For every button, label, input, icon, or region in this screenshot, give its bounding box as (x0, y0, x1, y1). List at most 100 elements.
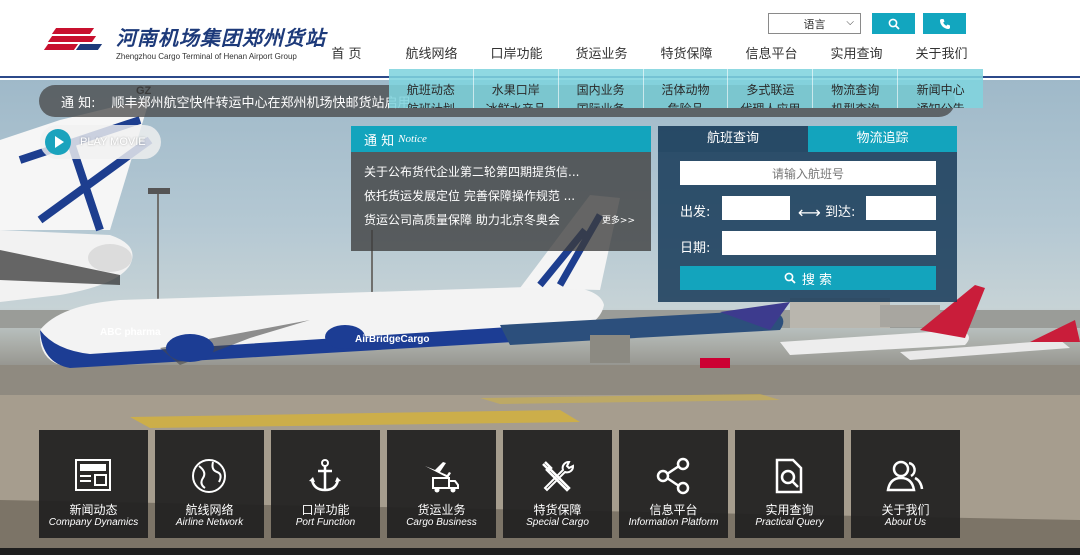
search-submit-button[interactable]: 搜 索 (680, 266, 936, 290)
logo-mark-icon (40, 22, 108, 54)
dropdown-item[interactable]: 冰鲜水产品 (474, 100, 558, 108)
plane-livery-label: AirBridgeCargo (355, 334, 429, 345)
nav-airline-network[interactable]: 航线网络 (389, 43, 474, 62)
notice-item[interactable]: 货运公司高质量保障 助力北京冬奥会 (364, 208, 638, 232)
cargo-truck-icon (425, 462, 459, 493)
dropdown-column: 新闻中心 通知公告 (898, 69, 983, 108)
logo-subtitle: Zhengzhou Cargo Terminal of Henan Airpor… (116, 52, 297, 61)
tile-sublabel: Cargo Business (406, 517, 477, 528)
tile-about-us[interactable]: 关于我们 About Us (851, 430, 960, 538)
anchor-icon (309, 459, 341, 492)
notice-item[interactable]: 关于公布货代企业第二轮第四期提货信... (364, 160, 638, 184)
dropdown-item[interactable]: 危险品 (644, 100, 728, 108)
quick-links: 新闻动态 Company Dynamics 航线网络 Airline Netwo… (39, 430, 960, 538)
notice-item[interactable]: 依托货运发展定位 完善保障操作规范 ... (364, 184, 638, 208)
news-icon (75, 459, 111, 491)
notice-more-link[interactable]: 更多>> (602, 213, 635, 226)
nav-practical-query[interactable]: 实用查询 (814, 43, 899, 62)
dropdown-item[interactable]: 物流查询 (813, 81, 897, 100)
dropdown-item[interactable]: 航班计划 (389, 100, 473, 108)
site-logo[interactable]: 河南机场集团郑州货站 Zhengzhou Cargo Terminal of H… (40, 22, 326, 61)
tile-company-dynamics[interactable]: 新闻动态 Company Dynamics (39, 430, 148, 538)
tile-label: 特货保障 (533, 503, 582, 517)
search-submit-label: 搜 索 (801, 272, 833, 288)
date-label: 日期: (680, 241, 711, 256)
users-icon (886, 460, 924, 492)
tile-special-cargo[interactable]: 特货保障 Special Cargo (503, 430, 612, 538)
dropdown-item[interactable]: 国内业务 (559, 81, 643, 100)
notice-panel-title: 通 知 (364, 133, 395, 149)
nav-cargo-business[interactable]: 货运业务 (559, 43, 644, 62)
play-icon (45, 129, 71, 155)
tile-sublabel: Information Platform (628, 517, 719, 528)
language-select-value: 语言 (803, 17, 826, 31)
dropdown-item[interactable]: 代理人应用 (728, 100, 812, 108)
notice-panel: 通 知 Notice 关于公布货代企业第二轮第四期提货信... 依托货运发展定位… (351, 126, 651, 251)
tab-flight-query[interactable]: 航班查询 (658, 126, 808, 152)
tile-sublabel: Company Dynamics (48, 517, 139, 528)
tools-icon (542, 461, 574, 492)
search-icon (784, 272, 796, 284)
tile-label: 实用查询 (765, 503, 814, 517)
swap-arrows-icon[interactable]: ⟷ (798, 203, 821, 222)
to-input[interactable] (866, 196, 936, 220)
bottom-strip (0, 548, 1080, 555)
tile-airline-network[interactable]: 航线网络 Airline Network (155, 430, 264, 538)
dropdown-column: 水果口岸 冰鲜水产品 (474, 69, 559, 108)
tile-info-platform[interactable]: 信息平台 Information Platform (619, 430, 728, 538)
tile-sublabel: Airline Network (175, 517, 244, 528)
search-icon (888, 18, 900, 30)
from-label: 出发: (680, 205, 711, 220)
tile-label: 信息平台 (649, 503, 698, 517)
phone-button[interactable] (923, 13, 966, 34)
tile-sublabel: Practical Query (755, 517, 824, 528)
flight-number-input[interactable]: 请输入航班号 (680, 161, 936, 185)
notice-ticker-text[interactable]: 顺丰郑州航空快件转运中心在郑州机场快邮货站启用 (112, 92, 411, 111)
play-movie-label: PLAY MOVIE (80, 136, 146, 148)
nav-dropdown-menu: 航班动态 航班计划 水果口岸 冰鲜水产品 国内业务 国际业务 活体动物 危险品 … (389, 69, 983, 108)
nav-home[interactable]: 首 页 (304, 43, 389, 62)
notice-panel-header: 通 知 Notice (351, 126, 651, 152)
language-select[interactable]: 语言 ⌵ (768, 13, 861, 34)
search-button[interactable] (872, 13, 915, 34)
tile-sublabel: About Us (884, 517, 927, 528)
dropdown-column: 国内业务 国际业务 (559, 69, 644, 108)
dropdown-item[interactable]: 机型查询 (813, 100, 897, 108)
nav-about-us[interactable]: 关于我们 (899, 43, 984, 62)
top-tools: 语言 ⌵ (768, 13, 966, 34)
tile-port-function[interactable]: 口岸功能 Port Function (271, 430, 380, 538)
dropdown-item[interactable]: 活体动物 (644, 81, 728, 100)
dropdown-item[interactable]: 航班动态 (389, 81, 473, 100)
nav-info-platform[interactable]: 信息平台 (729, 43, 814, 62)
tile-practical-query[interactable]: 实用查询 Practical Query (735, 430, 844, 538)
hero-banner: GZ AirBridgeCargo ABC pharma 通 知: 顺丰郑州航空… (0, 80, 1080, 555)
tile-cargo-business[interactable]: 货运业务 Cargo Business (387, 430, 496, 538)
nav-special-cargo[interactable]: 特货保障 (644, 43, 729, 62)
dropdown-item[interactable]: 通知公告 (898, 100, 983, 108)
dropdown-item[interactable]: 水果口岸 (474, 81, 558, 100)
tile-sublabel: Special Cargo (526, 517, 589, 528)
document-search-icon (775, 458, 803, 494)
dropdown-item[interactable]: 新闻中心 (898, 81, 983, 100)
phone-icon (939, 18, 950, 29)
dropdown-column: 物流查询 机型查询 (813, 69, 899, 108)
tile-label: 关于我们 (881, 503, 930, 517)
share-icon (656, 457, 690, 495)
date-input[interactable] (722, 231, 936, 255)
to-label: 到达: (825, 205, 856, 220)
logo-title: 河南机场集团郑州货站 (116, 26, 326, 50)
from-input[interactable] (722, 196, 790, 220)
dropdown-item[interactable]: 国际业务 (559, 100, 643, 108)
main-nav: 首 页 航线网络 口岸功能 货运业务 特货保障 信息平台 实用查询 关于我们 (304, 43, 984, 62)
globe-icon (192, 459, 226, 493)
dropdown-item[interactable]: 多式联运 (728, 81, 812, 100)
flight-number-placeholder: 请输入航班号 (771, 166, 844, 181)
play-movie-button[interactable]: PLAY MOVIE (40, 125, 161, 159)
tab-logistics-tracking[interactable]: 物流追踪 (808, 126, 957, 152)
nav-port-function[interactable]: 口岸功能 (474, 43, 559, 62)
tile-label: 航线网络 (185, 503, 234, 517)
chevron-down-icon: ⌵ (846, 17, 854, 28)
notice-ticker-label: 通 知: (61, 95, 96, 111)
tile-label: 货运业务 (417, 503, 466, 517)
notice-panel-title-en: Notice (398, 133, 427, 145)
